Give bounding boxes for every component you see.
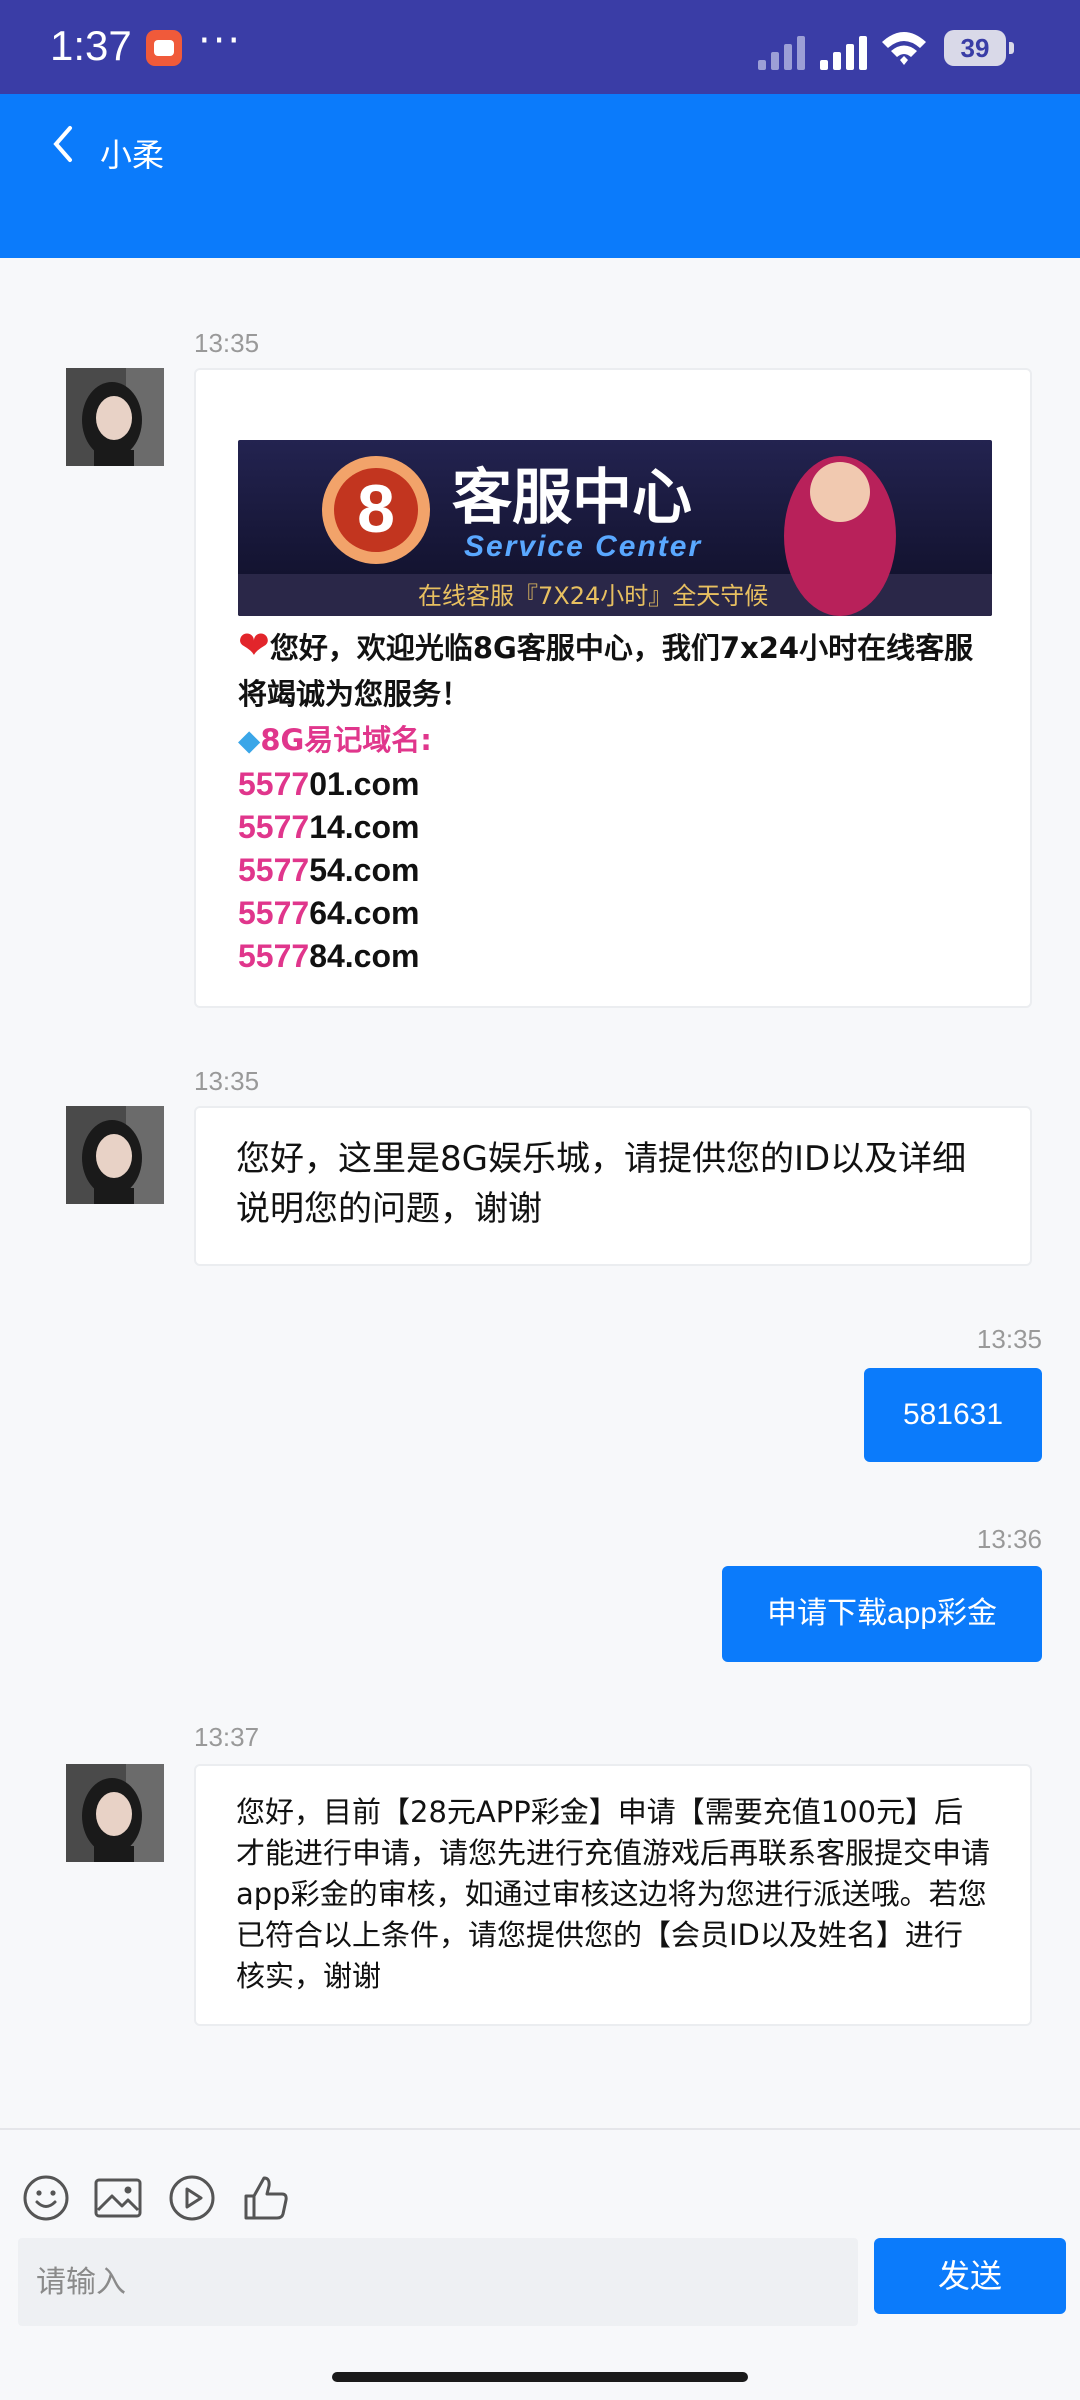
welcome-message: ❤您好，欢迎光临8G客服中心，我们7x24小时在线客服将竭诚为您服务！ ◆8G易…	[238, 622, 998, 978]
avatar[interactable]	[66, 368, 164, 466]
message-text: 申请下载app彩金	[766, 1597, 998, 1630]
welcome-text: 您好，欢迎光临8G客服中心，我们7x24小时在线客服将竭诚为您服务！	[238, 631, 974, 711]
wifi-icon	[882, 32, 926, 65]
service-center-banner: 8 客服中心 Service Center 在线客服『7X24小时』全天守候	[238, 440, 992, 616]
message-timestamp: 13:35	[194, 1066, 260, 1096]
domain-link[interactable]: 557714.com	[238, 806, 998, 849]
banner-title: 客服中心	[452, 463, 692, 533]
message-timestamp: 13:36	[976, 1524, 1042, 1554]
message-timestamp: 13:35	[976, 1324, 1042, 1354]
heart-icon: ❤	[238, 623, 270, 667]
message-bubble-incoming[interactable]: 8 客服中心 Service Center 在线客服『7X24小时』全天守候 ❤…	[194, 368, 1032, 1008]
chat-header: 小柔	[0, 94, 1080, 258]
emoji-icon[interactable]	[18, 2170, 74, 2226]
message-timestamp: 13:37	[194, 1722, 260, 1752]
status-bar: 1:37 ··· 39	[0, 0, 1080, 94]
message-text: 581631	[902, 1398, 1004, 1431]
home-indicator[interactable]	[332, 2372, 748, 2382]
signal-sim1-icon	[758, 30, 805, 70]
domain-link[interactable]: 557784.com	[238, 935, 998, 978]
chat-messages[interactable]: 13:35 8 客服中心 Service Center 在线客服『7X24小时』…	[0, 258, 1080, 2128]
thumbs-up-icon[interactable]	[238, 2170, 294, 2226]
contact-name: 小柔	[100, 136, 165, 174]
send-button[interactable]: 发送	[874, 2238, 1066, 2314]
app-notification-icon	[146, 30, 182, 66]
message-bubble-outgoing[interactable]: 581631	[864, 1368, 1042, 1462]
banner-logo-text: 8	[357, 471, 395, 547]
more-notifications-icon: ···	[198, 18, 243, 64]
domain-link[interactable]: 557764.com	[238, 892, 998, 935]
status-time: 1:37	[50, 22, 132, 69]
diamond-icon: ◆	[238, 723, 261, 757]
domain-link[interactable]: 557754.com	[238, 849, 998, 892]
signal-sim2-icon	[820, 30, 867, 70]
domain-list-title: 8G易记域名:	[260, 723, 432, 757]
banner-subtitle: Service Center	[464, 530, 702, 563]
domain-link[interactable]: 557701.com	[238, 763, 998, 806]
avatar[interactable]	[66, 1764, 164, 1862]
message-timestamp: 13:35	[194, 328, 260, 358]
banner-footer: 在线客服『7X24小时』全天守候	[418, 582, 768, 610]
battery-indicator: 39	[944, 30, 1014, 66]
chevron-left-icon[interactable]	[40, 120, 90, 170]
message-text: 您好，这里是8G娱乐城，请提供您的ID以及详细说明您的问题，谢谢	[236, 1139, 967, 1229]
image-icon[interactable]	[90, 2170, 146, 2226]
message-bubble-incoming[interactable]: 您好，这里是8G娱乐城，请提供您的ID以及详细说明您的问题，谢谢	[194, 1106, 1032, 1266]
avatar[interactable]	[66, 1106, 164, 1204]
video-play-icon[interactable]	[164, 2170, 220, 2226]
message-bubble-incoming[interactable]: 您好，目前【28元APP彩金】申请【需要充值100元】后才能进行申请，请您先进行…	[194, 1764, 1032, 2026]
message-bubble-outgoing[interactable]: 申请下载app彩金	[722, 1566, 1042, 1662]
message-text: 您好，目前【28元APP彩金】申请【需要充值100元】后才能进行申请，请您先进行…	[236, 1795, 991, 1993]
message-input[interactable]	[18, 2238, 858, 2326]
input-area: 发送	[0, 2128, 1080, 2400]
